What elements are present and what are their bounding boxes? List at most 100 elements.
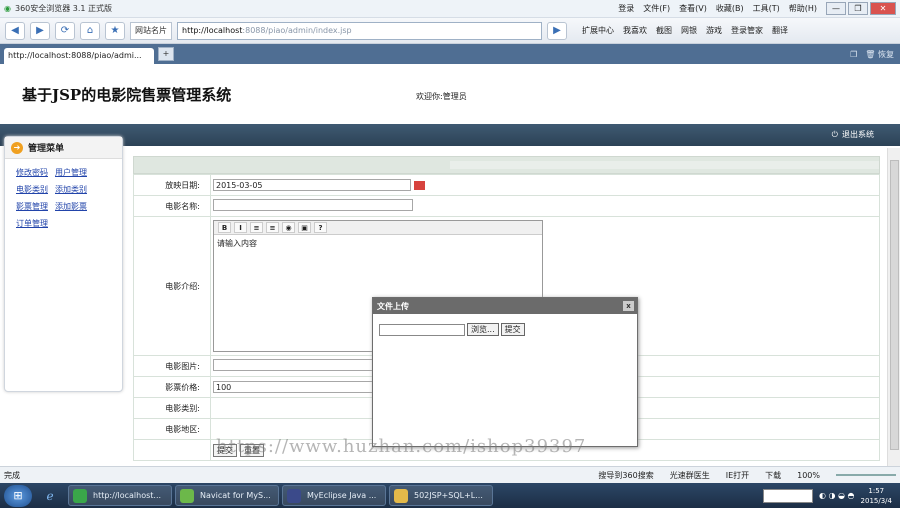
trash-icon[interactable]: 🗑 恢复 (865, 49, 894, 60)
clock[interactable]: 1:57 2015/3/4 (861, 486, 892, 506)
tab-restore-icon[interactable]: ❐ (850, 50, 857, 59)
arrow-circle-icon: ➔ (11, 141, 23, 154)
status-speed-doctor[interactable]: 光速群医生 (670, 470, 710, 481)
browser-360-icon (73, 489, 87, 503)
menu-login[interactable]: 登录 (618, 3, 634, 14)
link-icon[interactable]: ◉ (282, 222, 295, 233)
sidebar-link-order-management[interactable]: 订单管理 (16, 219, 48, 228)
calendar-icon[interactable] (414, 181, 425, 190)
ordered-list-icon[interactable]: ≡ (250, 222, 263, 233)
form-row-name: 电影名称: (133, 195, 880, 217)
home-button[interactable]: ⌂ (80, 21, 100, 40)
bold-icon[interactable]: B (218, 222, 231, 233)
taskbar-item-myeclipse[interactable]: MyEclipse Java ... (282, 485, 386, 506)
tool-games[interactable]: 游戏 (706, 25, 722, 36)
unordered-list-icon[interactable]: ≡ (266, 222, 279, 233)
clock-time: 1:57 (868, 486, 885, 495)
tab-bar: http://localhost:8088/piao/admi... + ❐ 🗑… (0, 44, 900, 64)
go-button[interactable]: ▶ (547, 21, 567, 40)
movie-name-input[interactable] (213, 199, 413, 211)
site-card-button[interactable]: 网站名片 (130, 21, 172, 40)
label-movie-image: 电影图片: (133, 355, 211, 377)
taskbar-item-browser-label: http://localhost... (93, 491, 162, 500)
label-movie-category: 电影类别: (133, 397, 211, 419)
tool-bank[interactable]: 网银 (681, 25, 697, 36)
ticket-price-input[interactable]: 100 (213, 381, 373, 393)
dialog-titlebar[interactable]: 文件上传 x (373, 298, 637, 314)
ie-pinned-icon[interactable]: ℯ (35, 485, 65, 507)
help-icon[interactable]: ? (314, 222, 327, 233)
dialog-close-icon[interactable]: x (623, 301, 634, 311)
forward-button[interactable]: ▶ (30, 21, 50, 40)
taskbar-item-navicat-label: Navicat for MyS... (200, 491, 271, 500)
sidebar-link-change-password[interactable]: 修改密码 (16, 168, 48, 177)
taskbar-item-navicat[interactable]: Navicat for MyS... (175, 485, 279, 506)
tool-translate[interactable]: 翻译 (772, 25, 788, 36)
dialog-title: 文件上传 (377, 301, 409, 311)
status-search-360[interactable]: 搜导到360搜索 (598, 470, 653, 481)
form-header-bar (133, 156, 880, 174)
menu-view[interactable]: 查看(V) (679, 3, 707, 14)
movie-image-input[interactable] (213, 359, 373, 371)
scrollbar-thumb[interactable] (890, 160, 899, 450)
start-button[interactable]: ⊞ (4, 484, 32, 507)
sidebar-link-add-ticket[interactable]: 添加影票 (55, 202, 87, 211)
italic-icon[interactable]: I (234, 222, 247, 233)
upload-submit-button[interactable]: 提交 (500, 323, 525, 336)
sidebar-title: 管理菜单 (28, 144, 65, 154)
sidebar-link-user-management[interactable]: 用户管理 (55, 168, 87, 177)
file-upload-dialog: 文件上传 x 浏览... 提交 (372, 297, 638, 447)
label-show-date: 放映日期: (133, 174, 211, 196)
tool-extensions[interactable]: 扩展中心 (582, 25, 614, 36)
show-date-input[interactable]: 2015-03-05 (213, 179, 411, 191)
welcome-text: 欢迎你:管理员 (416, 92, 467, 101)
maximize-button[interactable]: ❐ (848, 2, 868, 15)
back-button[interactable]: ◀ (5, 21, 25, 40)
zoom-slider[interactable] (836, 474, 896, 476)
minimize-button[interactable]: — (826, 2, 846, 15)
image-icon[interactable]: ▣ (298, 222, 311, 233)
taskbar-item-folder[interactable]: 502JSP+SQL+L... (389, 485, 493, 506)
refresh-button[interactable]: ⟳ (55, 21, 75, 40)
editor-content[interactable]: 请输入内容 (214, 235, 542, 252)
dialog-body: 浏览... 提交 (373, 314, 637, 336)
form-row-date: 放映日期: 2015-03-05 (133, 174, 880, 196)
tool-login-manager[interactable]: 登录管家 (731, 25, 763, 36)
tray-search-box[interactable] (762, 488, 813, 503)
status-zoom[interactable]: 100% (797, 471, 820, 480)
navicat-icon (180, 489, 194, 503)
status-text: 完成 (4, 470, 20, 480)
myeclipse-icon (287, 489, 301, 503)
site-title: 基于JSP的电影院售票管理系统 (22, 86, 232, 104)
sidebar-link-ticket-management[interactable]: 影票管理 (16, 202, 48, 211)
tab-localhost[interactable]: http://localhost:8088/piao/admi... (4, 48, 154, 64)
sidebar-menu: ➔ 管理菜单 修改密码 用户管理 电影类别 添加类别 影票管理 添加影票 订单管理 (4, 136, 123, 392)
system-tray: ◐ ◑ ◒ ◓ 1:57 2015/3/4 (762, 486, 900, 506)
menu-tools[interactable]: 工具(T) (753, 3, 780, 14)
windows-taskbar: ⊞ ℯ http://localhost... Navicat for MyS.… (0, 483, 900, 508)
browser-logo-icon: ◉ (4, 4, 11, 13)
favorite-star-button[interactable]: ★ (105, 21, 125, 40)
taskbar-item-folder-label: 502JSP+SQL+L... (414, 491, 483, 500)
vertical-scrollbar[interactable] (887, 148, 900, 466)
status-download[interactable]: 下载 (765, 470, 781, 481)
editor-toolbar: B I ≡ ≡ ◉ ▣ ? (214, 221, 542, 235)
status-ie-open[interactable]: IE打开 (726, 470, 749, 481)
label-movie-region: 电影地区: (133, 418, 211, 440)
close-window-button[interactable]: ✕ (870, 2, 896, 15)
menu-help[interactable]: 帮助(H) (789, 3, 817, 14)
tray-icons[interactable]: ◐ ◑ ◒ ◓ (819, 491, 855, 500)
tool-like[interactable]: 我喜欢 (623, 25, 647, 36)
new-tab-button[interactable]: + (158, 47, 174, 61)
browser-title: 360安全浏览器 3.1 正式版 (14, 4, 113, 13)
sidebar-link-movie-category[interactable]: 电影类别 (16, 185, 48, 194)
address-bar[interactable]: http://localhost:8088/piao/admin/index.j… (177, 21, 542, 40)
browse-button[interactable]: 浏览... (467, 323, 499, 336)
sidebar-link-add-category[interactable]: 添加类别 (55, 185, 87, 194)
tool-screenshot[interactable]: 截图 (656, 25, 672, 36)
logout-link[interactable]: ⏻ 退出系统 (832, 129, 874, 140)
menu-favorites[interactable]: 收藏(B) (716, 3, 744, 14)
taskbar-item-browser[interactable]: http://localhost... (68, 485, 172, 506)
menu-file[interactable]: 文件(F) (643, 3, 670, 14)
file-path-input[interactable] (379, 323, 465, 336)
